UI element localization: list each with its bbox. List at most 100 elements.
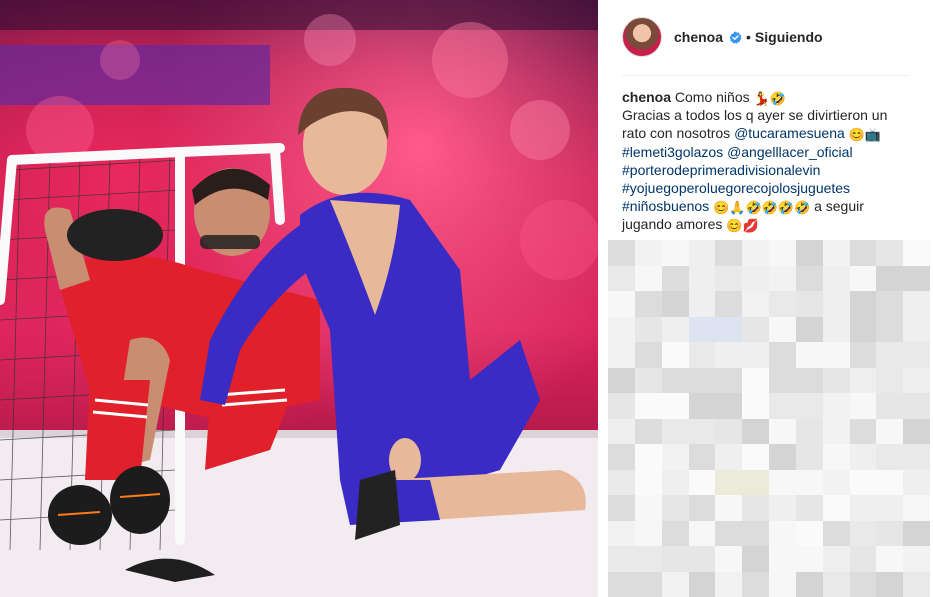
blur-pixel — [795, 571, 823, 597]
blur-pixel — [903, 240, 930, 266]
blur-pixel — [876, 342, 904, 368]
blur-pixel — [769, 418, 796, 444]
blur-pixel — [849, 342, 877, 368]
blur-pixel — [688, 240, 716, 266]
blur-pixel — [795, 469, 823, 495]
blur-pixel — [795, 393, 823, 419]
blur-pixel — [715, 571, 743, 597]
blur-pixel — [715, 520, 743, 546]
blur-pixel — [742, 546, 769, 572]
blur-pixel — [876, 367, 904, 393]
blur-pixel — [795, 265, 823, 291]
blur-pixel — [822, 367, 850, 393]
post-caption: chenoa Como niños 💃🤣 Gracias a todos los… — [622, 88, 912, 234]
blur-pixel — [822, 342, 850, 368]
caption-author-link[interactable]: chenoa — [622, 89, 671, 105]
blur-pixel — [608, 571, 635, 597]
blur-pixel — [822, 291, 850, 317]
blur-pixel — [608, 342, 635, 368]
blur-pixel — [903, 546, 930, 572]
blur-pixel — [876, 240, 904, 266]
blur-pixel — [769, 495, 796, 521]
blur-pixel — [715, 495, 743, 521]
blur-pixel — [849, 546, 877, 572]
blur-pixel — [769, 316, 796, 342]
blur-pixel — [849, 265, 877, 291]
hashtag-yojuego[interactable]: #yojuegoperoluegorecojolosjuguetes — [622, 180, 850, 196]
post-sidebar: chenoa • Siguiendo chenoa Como niños 💃🤣 … — [598, 0, 933, 597]
blur-pixel — [715, 342, 743, 368]
blur-pixel — [661, 546, 689, 572]
blur-pixel — [608, 291, 635, 317]
blur-pixel — [634, 469, 662, 495]
hashtag-portero[interactable]: #porterodeprimeradivisionalevin — [622, 162, 820, 178]
blur-pixel — [661, 469, 689, 495]
blur-pixel — [742, 393, 769, 419]
blur-pixel — [608, 495, 635, 521]
blur-pixel — [634, 546, 662, 572]
blur-pixel — [822, 316, 850, 342]
kiss-emoji-icon: 😊💋 — [726, 218, 759, 234]
hashtag-lemeti3golazos[interactable]: #lemeti3golazos — [622, 144, 723, 160]
blur-pixel — [769, 393, 796, 419]
hashtag-ninosbuenos[interactable]: #niñosbuenos — [622, 198, 709, 214]
blur-pixel — [876, 520, 904, 546]
blur-pixel — [769, 571, 796, 597]
username-link[interactable]: chenoa — [674, 29, 723, 45]
smile-tv-emoji-icon: 😊📺 — [848, 127, 882, 143]
mention-angelllacer[interactable]: @angelllacer_oficial — [727, 144, 853, 160]
blur-pixel — [903, 418, 930, 444]
blur-pixel — [688, 316, 716, 342]
blur-pixel — [715, 367, 743, 393]
blur-pixel — [634, 367, 662, 393]
blur-pixel — [688, 367, 716, 393]
blur-pixel — [661, 265, 689, 291]
blur-pixel — [769, 291, 796, 317]
blur-pixel — [795, 520, 823, 546]
following-button[interactable]: Siguiendo — [755, 29, 823, 45]
blur-pixel — [903, 495, 930, 521]
blur-pixel — [715, 265, 743, 291]
blur-pixel — [849, 316, 877, 342]
blur-pixel — [688, 265, 716, 291]
blur-pixel — [742, 240, 769, 266]
blur-pixel — [849, 240, 877, 266]
blur-pixel — [876, 469, 904, 495]
blur-pixel — [742, 265, 769, 291]
blur-pixel — [822, 418, 850, 444]
blur-pixel — [822, 546, 850, 572]
blur-pixel — [769, 240, 796, 266]
mention-tucaramesuena[interactable]: @tucaramesuena — [734, 125, 845, 141]
post-photo[interactable] — [0, 0, 598, 597]
blur-pixel — [849, 367, 877, 393]
blur-pixel — [661, 342, 689, 368]
avatar[interactable] — [622, 17, 662, 57]
blur-pixel — [849, 495, 877, 521]
laugh-emoji-icon: 😊🙏🤣🤣🤣🤣 — [713, 200, 811, 216]
blur-pixel — [634, 265, 662, 291]
blur-pixel — [795, 291, 823, 317]
blur-pixel — [903, 265, 930, 291]
blur-pixel — [795, 418, 823, 444]
blur-pixel — [688, 571, 716, 597]
blur-pixel — [795, 367, 823, 393]
blur-pixel — [769, 342, 796, 368]
verified-badge-icon — [729, 30, 742, 44]
photo-illustration — [0, 0, 598, 597]
blur-pixel — [742, 520, 769, 546]
blur-pixel — [608, 546, 635, 572]
blur-pixel — [634, 444, 662, 470]
blur-pixel — [634, 240, 662, 266]
blur-pixel — [849, 444, 877, 470]
blur-pixel — [688, 469, 716, 495]
blur-pixel — [634, 316, 662, 342]
separator-dot: • — [746, 29, 751, 45]
blur-pixel — [849, 418, 877, 444]
blur-pixel — [903, 316, 930, 342]
blur-pixel — [661, 240, 689, 266]
blur-pixel — [608, 418, 635, 444]
blur-pixel — [742, 418, 769, 444]
blur-pixel — [903, 469, 930, 495]
blur-pixel — [688, 495, 716, 521]
blur-pixel — [849, 571, 877, 597]
